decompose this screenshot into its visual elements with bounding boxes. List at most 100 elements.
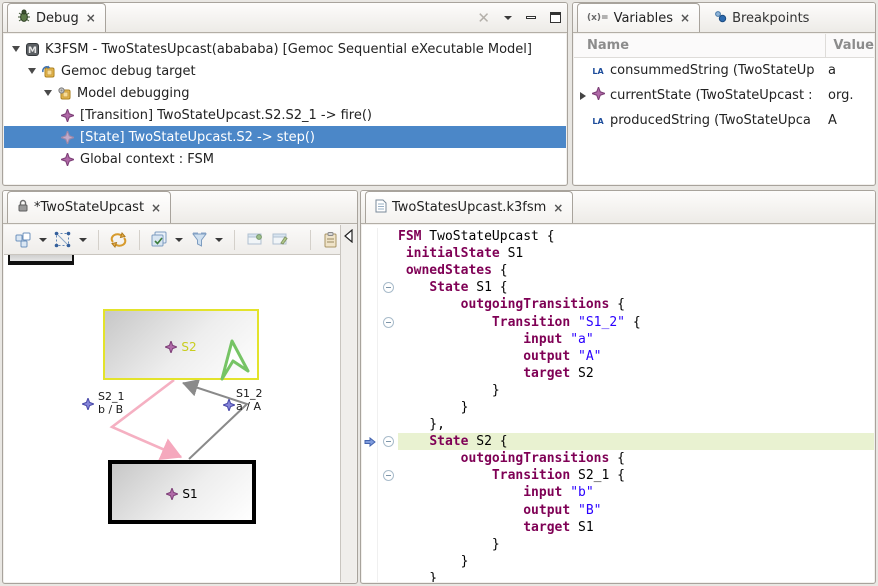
code-line-19[interactable]: } xyxy=(362,536,874,553)
engine-icon: M xyxy=(25,42,40,56)
code-line-15[interactable]: Transition S2_1 { xyxy=(362,467,874,484)
variables-view: (x)= Variables × Breakpoints Name Value … xyxy=(572,2,876,186)
tab-debug[interactable]: Debug × xyxy=(7,3,106,32)
fold-collapse-icon[interactable] xyxy=(378,279,398,296)
clipboard-icon[interactable] xyxy=(322,229,340,251)
tab-breakpoints-label: Breakpoints xyxy=(732,11,809,26)
column-name[interactable]: Name xyxy=(574,38,825,53)
green-cursor-icon xyxy=(216,339,252,381)
model-icon xyxy=(57,86,72,100)
expander-icon[interactable] xyxy=(12,46,20,52)
fold-ruler xyxy=(378,570,398,582)
state-S1[interactable]: S1 xyxy=(108,460,256,524)
annotation-ruler xyxy=(362,484,378,501)
diagram-tabbar: *TwoStateUpcast × xyxy=(3,191,357,224)
code-line-12[interactable]: }, xyxy=(362,416,874,433)
debug-tree-row-0[interactable]: MK3FSM - TwoStatesUpcast(abababa) [Gemoc… xyxy=(4,38,566,60)
variable-name: consummedString (TwoStateUp xyxy=(610,63,814,78)
fold-ruler xyxy=(378,553,398,570)
code-line-4[interactable]: State S1 { xyxy=(362,279,874,296)
tab-breakpoints[interactable]: Breakpoints xyxy=(704,3,819,32)
code-line-6[interactable]: Transition "S1_2" { xyxy=(362,313,874,330)
layout-menu-icon[interactable] xyxy=(39,238,47,242)
expander-icon[interactable] xyxy=(28,68,36,74)
code-line-11[interactable]: } xyxy=(362,399,874,416)
minimize-icon[interactable] xyxy=(526,16,536,19)
tab-diagram[interactable]: *TwoStateUpcast × xyxy=(7,191,171,223)
edit-view-icon[interactable] xyxy=(271,229,289,251)
close-icon[interactable]: × xyxy=(151,201,161,215)
code-line-8[interactable]: output "A" xyxy=(362,348,874,365)
diamond-dim-icon xyxy=(60,130,75,144)
arrange-icon[interactable] xyxy=(54,229,72,251)
code-text: target S2 xyxy=(398,365,874,382)
code-line-2[interactable]: initialState S1 xyxy=(362,245,874,262)
layers-menu-icon[interactable] xyxy=(175,238,183,242)
code-line-10[interactable]: } xyxy=(362,382,874,399)
debug-tree-row-3[interactable]: [Transition] TwoStateUpcast.S2.S2_1 -> f… xyxy=(4,104,566,126)
variables-tabbar: (x)= Variables × Breakpoints xyxy=(573,3,875,33)
arrange-menu-icon[interactable] xyxy=(79,238,87,242)
remove-terminated-icon[interactable]: ✕ xyxy=(477,9,490,27)
string-icon: LA xyxy=(590,63,606,78)
tree-item-label: [Transition] TwoStateUpcast.S2.S2_1 -> f… xyxy=(80,108,372,123)
transition-label-S1_2[interactable]: S1_2 a / A xyxy=(236,387,262,413)
variable-row-0[interactable]: LA consummedString (TwoStateUp a xyxy=(574,58,874,83)
collapse-palette-icon[interactable] xyxy=(343,229,355,243)
column-value[interactable]: Value xyxy=(825,34,874,57)
layers-icon[interactable] xyxy=(151,229,169,251)
close-icon[interactable]: × xyxy=(680,11,690,25)
state-icon xyxy=(166,488,178,500)
fold-ruler xyxy=(378,382,398,399)
code-text: Transition "S1_2" { xyxy=(398,313,874,330)
refresh-icon[interactable] xyxy=(110,229,128,251)
close-icon[interactable]: × xyxy=(553,201,563,215)
code-line-18[interactable]: target S1 xyxy=(362,519,874,536)
debug-view: Debug × ✕ MK3FSM - TwoStatesUpcast(ababa… xyxy=(2,2,568,186)
filter-icon[interactable] xyxy=(190,229,208,251)
variable-value: org. xyxy=(819,88,853,103)
layout-icon[interactable] xyxy=(14,229,32,251)
fold-collapse-icon[interactable] xyxy=(378,467,398,484)
expander-icon[interactable] xyxy=(44,90,52,96)
code-text: State S1 { xyxy=(398,279,874,296)
code-lines[interactable]: FSM TwoStateUpcast { initialState S1 own… xyxy=(362,225,874,582)
variable-value: a xyxy=(819,63,836,78)
code-line-7[interactable]: input "a" xyxy=(362,331,874,348)
diagram-canvas[interactable]: S2 S1 S2_1 b / B S1_2 a / A xyxy=(4,255,340,582)
code-line-13[interactable]: State S2 { xyxy=(362,433,874,450)
code-line-20[interactable]: } xyxy=(362,553,874,570)
fold-ruler xyxy=(378,245,398,262)
fold-collapse-icon[interactable] xyxy=(378,313,398,330)
filter-menu-icon[interactable] xyxy=(215,238,223,242)
fold-ruler xyxy=(378,536,398,553)
debug-tree-row-5[interactable]: Global context : FSM xyxy=(4,148,566,170)
expander-icon[interactable] xyxy=(580,92,586,100)
tab-variables[interactable]: (x)= Variables × xyxy=(577,3,700,32)
debug-tree-row-1[interactable]: Gemoc debug target xyxy=(4,60,566,82)
variable-row-1[interactable]: currentState (TwoStateUpcast :org. xyxy=(574,83,874,108)
variable-row-2[interactable]: LAproducedString (TwoStateUpcaA xyxy=(574,108,874,133)
code-line-5[interactable]: outgoingTransitions { xyxy=(362,296,874,313)
palette-strip xyxy=(340,225,356,582)
code-line-21[interactable]: } xyxy=(362,570,874,582)
tree-item-label: Global context : FSM xyxy=(80,152,214,167)
code-line-1[interactable]: FSM TwoStateUpcast { xyxy=(362,228,874,245)
maximize-icon[interactable] xyxy=(550,12,561,23)
tab-debug-label: Debug xyxy=(36,11,79,26)
code-line-16[interactable]: input "b" xyxy=(362,484,874,501)
fold-ruler xyxy=(378,416,398,433)
code-line-14[interactable]: outgoingTransitions { xyxy=(362,450,874,467)
code-line-3[interactable]: ownedStates { xyxy=(362,262,874,279)
debug-tree-row-4[interactable]: [State] TwoStateUpcast.S2 -> step() xyxy=(4,126,566,148)
code-line-17[interactable]: output "B" xyxy=(362,502,874,519)
show-view-icon[interactable] xyxy=(246,229,264,251)
view-menu-icon[interactable] xyxy=(504,16,512,20)
state-icon xyxy=(165,341,177,353)
fold-collapse-icon[interactable] xyxy=(378,433,398,450)
transition-label-S2_1[interactable]: S2_1 b / B xyxy=(98,390,124,416)
code-line-9[interactable]: target S2 xyxy=(362,365,874,382)
tab-code[interactable]: TwoStatesUpcast.k3fsm × xyxy=(365,191,573,223)
close-icon[interactable]: × xyxy=(86,11,96,25)
debug-tree-row-2[interactable]: Model debugging xyxy=(4,82,566,104)
